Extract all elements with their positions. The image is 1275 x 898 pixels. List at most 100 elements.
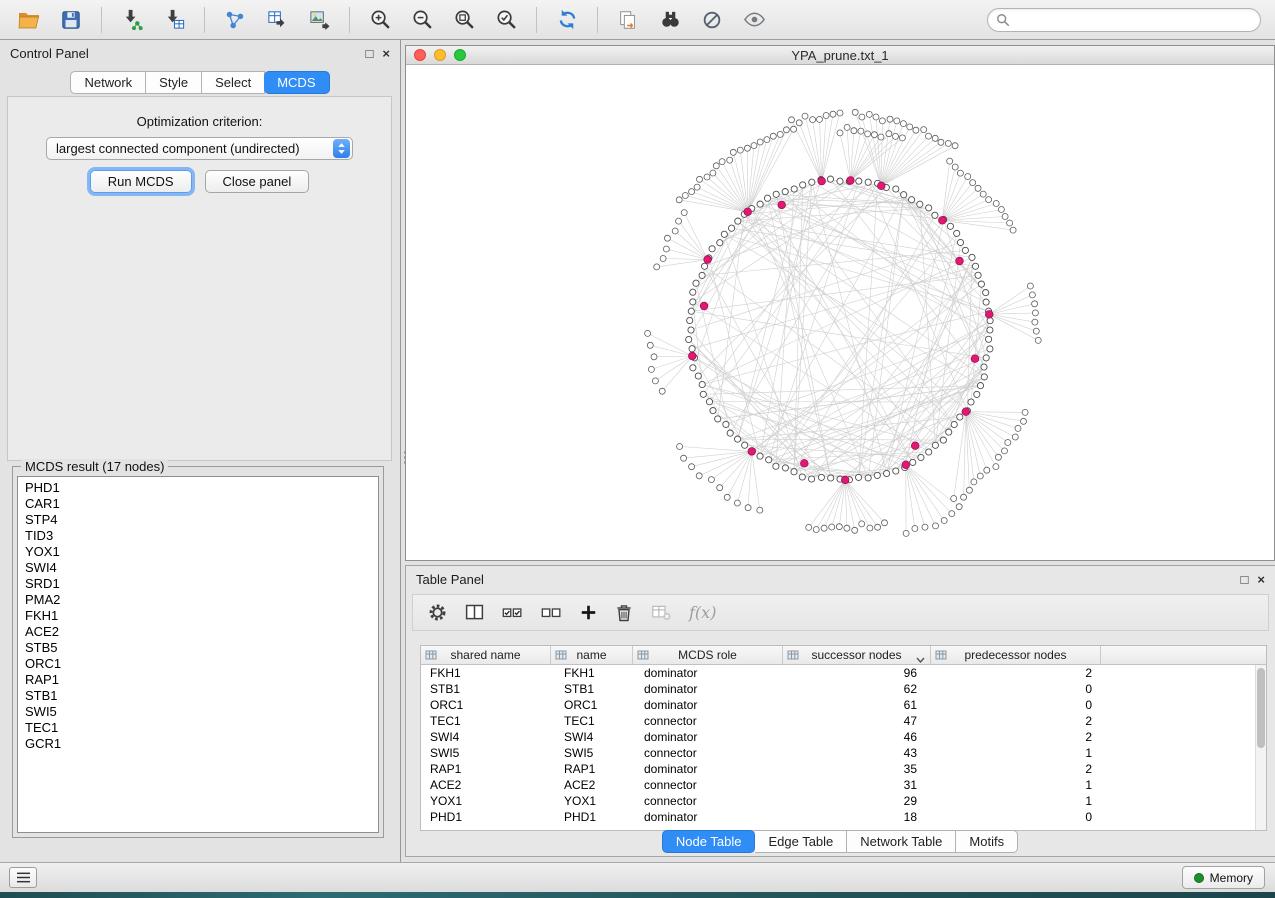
table-row[interactable]: FKH1FKH1dominator962 [421,665,1266,681]
search-input[interactable] [1016,13,1252,27]
unselect-all-columns-button[interactable] [540,602,563,623]
table-cell: connector [633,714,783,728]
table-cell: PHD1 [551,810,633,824]
memory-status-icon [1194,873,1204,883]
table-settings-button[interactable] [427,602,448,623]
gear-icon [427,602,448,623]
zoom-in-button[interactable] [361,4,399,36]
mcds-result-item[interactable]: STB1 [25,688,378,704]
new-network-button[interactable] [216,4,254,36]
zoom-fit-button[interactable] [445,4,483,36]
zoom-in-icon [369,8,392,31]
close-panel-icon[interactable]: × [382,47,390,60]
float-panel-icon[interactable]: □ [366,47,374,60]
tab-mcds[interactable]: MCDS [264,71,329,94]
show-graphics-details-button[interactable] [735,4,773,36]
sort-indicator-icon[interactable] [916,652,925,666]
open-session-button[interactable] [10,4,48,36]
status-menu-button[interactable] [9,867,37,888]
export-image-button[interactable] [300,4,338,36]
delete-table-icon [650,602,673,623]
table-cell: 61 [783,698,931,712]
create-column-button[interactable] [579,603,598,622]
mcds-result-item[interactable]: FKH1 [25,608,378,624]
import-network-from-file-button[interactable] [113,4,151,36]
table-row[interactable]: RAP1RAP1dominator352 [421,761,1266,777]
mcds-result-item[interactable]: PHD1 [25,480,378,496]
mcds-result-item[interactable]: STB5 [25,640,378,656]
mcds-result-item[interactable]: TID3 [25,528,378,544]
mcds-result-item[interactable]: TEC1 [25,720,378,736]
table-row[interactable]: TEC1TEC1connector472 [421,713,1266,729]
search-network-button[interactable] [651,4,689,36]
table-row[interactable]: ACE2ACE2connector311 [421,777,1266,793]
show-columns-button[interactable] [464,602,485,623]
optimization-criterion-label: Optimization criterion: [8,114,391,129]
column-header-predecessor-nodes[interactable]: predecessor nodes [931,646,1101,664]
run-mcds-button[interactable]: Run MCDS [90,170,192,193]
import-table-from-file-button[interactable] [155,4,193,36]
copy-button[interactable] [609,4,647,36]
table-row[interactable]: STB1STB1dominator620 [421,681,1266,697]
export-table-button[interactable] [258,4,296,36]
zoom-fit-icon [453,8,476,31]
tab-network-table[interactable]: Network Table [847,830,956,853]
tab-node-table[interactable]: Node Table [662,830,756,853]
table-scrollbar[interactable] [1255,665,1266,830]
apply-style-button[interactable] [693,4,731,36]
column-header-name[interactable]: name [551,646,633,664]
table-row[interactable]: SWI5SWI5connector431 [421,745,1266,761]
tab-network[interactable]: Network [70,71,146,94]
tab-select[interactable]: Select [202,71,265,94]
tab-motifs[interactable]: Motifs [956,830,1018,853]
column-header-shared-name[interactable]: shared name [421,646,551,664]
optimization-criterion-select[interactable]: largest connected component (undirected) [46,137,353,160]
network-graph[interactable] [406,65,1274,560]
mcds-result-item[interactable]: CAR1 [25,496,378,512]
mcds-result-list[interactable]: PHD1CAR1STP4TID3YOX1SWI4SRD1PMA2FKH1ACE2… [17,476,379,833]
network-canvas[interactable] [406,65,1274,560]
memory-button[interactable]: Memory [1182,866,1265,889]
mcds-result-item[interactable]: GCR1 [25,736,378,752]
search-box[interactable] [987,8,1261,32]
optimization-criterion-value: largest connected component (undirected) [56,141,333,156]
tab-edge-table[interactable]: Edge Table [755,830,847,853]
mcds-result-item[interactable]: SWI5 [25,704,378,720]
column-header-mcds-role[interactable]: MCDS role [633,646,783,664]
delete-table-button[interactable] [650,602,673,623]
table-row[interactable]: YOX1YOX1connector291 [421,793,1266,809]
zoom-out-button[interactable] [403,4,441,36]
mcds-result-item[interactable]: RAP1 [25,672,378,688]
scrollbar-thumb[interactable] [1257,668,1265,748]
cytoscape-window: Control Panel □ × Network Style Select M… [0,0,1275,898]
save-session-button[interactable] [52,4,90,36]
mcds-result-item[interactable]: ORC1 [25,656,378,672]
close-panel-icon[interactable]: × [1257,573,1265,586]
select-all-columns-button[interactable] [501,602,524,623]
delete-column-button[interactable] [614,603,634,623]
network-window-titlebar[interactable]: YPA_prune.txt_1 [406,46,1274,65]
refresh-button[interactable] [548,4,586,36]
mcds-result-item[interactable]: ACE2 [25,624,378,640]
table-cell: SWI4 [421,730,551,744]
mcds-result-item[interactable]: PMA2 [25,592,378,608]
mcds-result-item[interactable]: SWI4 [25,560,378,576]
table-cell: 47 [783,714,931,728]
function-builder-button[interactable]: f(x) [689,603,716,622]
float-panel-icon[interactable]: □ [1241,573,1249,586]
table-row[interactable]: PHD1PHD1dominator180 [421,809,1266,825]
refresh-icon [556,8,579,31]
table-cell: dominator [633,762,783,776]
memory-label: Memory [1210,871,1253,885]
close-panel-button[interactable]: Close panel [205,170,310,193]
mcds-result-item[interactable]: SRD1 [25,576,378,592]
column-header-successor-nodes[interactable]: successor nodes [783,646,931,664]
mcds-result-item[interactable]: STP4 [25,512,378,528]
tab-style[interactable]: Style [146,71,202,94]
desktop-background [0,892,1275,898]
zoom-selected-button[interactable] [487,4,525,36]
table-row[interactable]: ORC1ORC1dominator610 [421,697,1266,713]
table-row[interactable]: SWI4SWI4dominator462 [421,729,1266,745]
mcds-result-item[interactable]: YOX1 [25,544,378,560]
table-toolbar: f(x) [412,594,1269,631]
